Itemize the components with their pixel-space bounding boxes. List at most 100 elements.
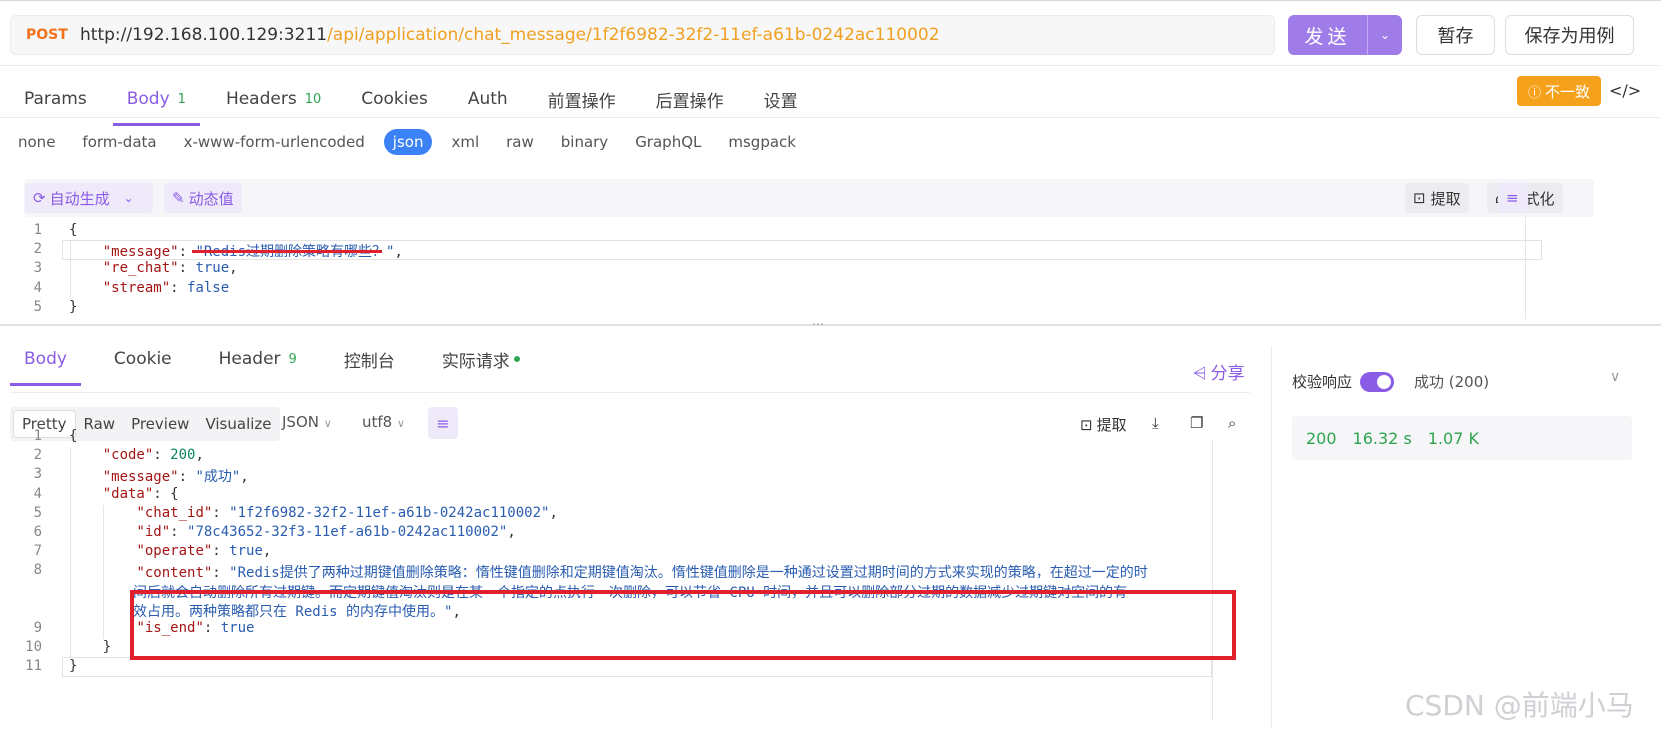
wrap-lines-button[interactable]: ≡ <box>428 407 458 439</box>
indent-guide <box>70 241 71 299</box>
warning-icon: ⓘ <box>1527 85 1541 101</box>
divider <box>0 65 1661 66</box>
tab-actual-request[interactable]: 实际请求 <box>442 344 520 374</box>
code-line: { <box>69 222 78 238</box>
wrap-lines-button[interactable]: ≡ <box>1498 183 1528 213</box>
tab-header[interactable]: Header 9 <box>219 344 297 374</box>
wrap-icon: ≡ <box>1506 189 1519 207</box>
view-mode-visualize[interactable]: Visualize <box>197 410 279 438</box>
save-as-case-button[interactable]: 保存为用例 <box>1505 15 1634 55</box>
extract-button[interactable]: ⊡ 提取 <box>1080 414 1127 435</box>
refresh-icon: ⟳ <box>33 189 46 207</box>
code-line: "id": "78c43652-32f3-11ef-a61b-0242ac110… <box>136 524 516 540</box>
chevron-down-icon[interactable]: ⌄ <box>1368 28 1402 42</box>
pane-splitter[interactable] <box>0 324 1661 326</box>
body-type-selector: none form-data x-www-form-urlencoded json xm… <box>18 129 823 155</box>
url-input[interactable]: http://192.168.100.129:3211/api/applicat… <box>80 25 940 45</box>
code-view-icon[interactable]: </> <box>1609 81 1641 100</box>
code-line: } <box>69 639 112 656</box>
divider <box>0 117 1661 118</box>
body-type-none[interactable]: none <box>18 129 55 155</box>
tab-label: Cookies <box>361 89 428 109</box>
chevron-down-icon[interactable]: ∨ <box>1610 369 1620 385</box>
tab-label: Auth <box>467 89 508 109</box>
tab-headers[interactable]: Headers 10 <box>226 81 321 117</box>
code-line: "data": { <box>102 485 179 502</box>
body-type-x-www-form-urlencoded[interactable]: x-www-form-urlencoded <box>184 129 365 155</box>
tab-params[interactable]: Params <box>24 81 87 117</box>
code-line: "stream": false <box>102 279 230 296</box>
download-icon[interactable]: ⤓ <box>1152 414 1159 432</box>
verify-status: 成功 (200) <box>1414 373 1490 391</box>
tab-前置操作[interactable]: 前置操作 <box>548 81 616 117</box>
chevron-down-icon[interactable]: ⌄ <box>124 191 134 205</box>
body-type-form-data[interactable]: form-data <box>82 129 156 155</box>
response-side-panel: 校验响应 成功 (200) ∨ 200 16.32 s 1.07 K <box>1271 346 1661 729</box>
indent-guide <box>103 504 104 640</box>
tab-设置[interactable]: 设置 <box>764 81 798 117</box>
view-mode-preview[interactable]: Preview <box>123 410 197 438</box>
tab-body[interactable]: Body 1 <box>112 81 201 126</box>
auto-generate-button[interactable]: ⟳ 自动生成 ⌄ <box>25 183 153 213</box>
code-line: "code": 200, <box>102 447 204 464</box>
line-number: 5 <box>33 504 42 521</box>
url-base: http://192.168.100.129:3211 <box>80 25 328 45</box>
tab-label: 实际请求 <box>441 351 510 372</box>
share-button[interactable]: ⩤ 分享 <box>1193 359 1245 384</box>
tab-console[interactable]: 控制台 <box>344 344 395 374</box>
code-line: } <box>69 298 78 315</box>
extract-button[interactable]: ⊡ 提取 <box>1405 183 1469 213</box>
tab-后置操作[interactable]: 后置操作 <box>656 81 724 117</box>
code-line: "chat_id": "1f2f6982-32f2-11ef-a61b-0242… <box>136 504 558 521</box>
body-type-raw[interactable]: raw <box>506 129 534 155</box>
active-line-highlight <box>62 657 1212 678</box>
line-number: 2 <box>33 447 42 464</box>
code-line: "operate": true, <box>136 543 272 560</box>
copy-icon[interactable]: ❐ <box>1190 414 1203 432</box>
view-mode-raw[interactable]: Raw <box>76 410 124 438</box>
drag-handle-icon[interactable]: ⋯ <box>812 317 824 331</box>
tab-label: Body <box>126 89 170 109</box>
verify-toggle[interactable] <box>1360 371 1395 392</box>
divider <box>10 392 1250 393</box>
chevron-down-icon: ∨ <box>397 417 406 430</box>
tab-cookie[interactable]: Cookie <box>114 344 172 374</box>
encoding-select[interactable]: utf8 ∨ <box>362 413 405 431</box>
url-bar[interactable]: POST http://192.168.100.129:3211/api/app… <box>10 15 1275 55</box>
tab-auth[interactable]: Auth <box>468 81 508 117</box>
extract-icon: ⊡ <box>1080 416 1093 434</box>
magic-wand-icon: ✎ <box>172 189 185 207</box>
save-button[interactable]: 暂存 <box>1416 15 1495 55</box>
verify-response-row: 校验响应 成功 (200) <box>1292 371 1490 392</box>
line-number: 4 <box>33 485 42 502</box>
body-type-msgpack[interactable]: msgpack <box>728 129 796 155</box>
line-number: 9 <box>33 620 42 636</box>
search-icon[interactable]: ⌕ <box>1228 414 1236 432</box>
tab-count: 9 <box>288 351 297 367</box>
tab-cookies[interactable]: Cookies <box>361 81 428 117</box>
scrollbar[interactable] <box>1525 214 1526 319</box>
view-mode-selector: Pretty Raw Preview Visualize <box>10 407 280 441</box>
dynamic-value-button[interactable]: ✎ 动态值 <box>164 183 242 213</box>
body-type-json[interactable]: json <box>383 129 433 155</box>
editor-toolbar: ⟳ 自动生成 ⌄ ✎ 动态值 ⊡ 提取 ⌂ 格式化 ≡ <box>24 179 1594 217</box>
tab-label: 控制台 <box>343 351 395 372</box>
line-number: 6 <box>33 524 42 540</box>
body-type-binary[interactable]: binary <box>561 129 608 155</box>
tab-count: 1 <box>177 91 186 107</box>
format-select[interactable]: JSON ∨ <box>282 413 332 431</box>
tab-body[interactable]: Body <box>10 344 81 386</box>
mismatch-badge[interactable]: ⓘ 不一致 <box>1517 76 1601 106</box>
tab-label: Params <box>24 89 87 109</box>
http-method[interactable]: POST <box>26 27 80 43</box>
scrollbar[interactable] <box>1212 441 1213 721</box>
tab-label: Cookie <box>113 349 172 369</box>
send-button[interactable]: 发送 ⌄ <box>1288 15 1402 55</box>
annotation-box <box>130 590 1236 660</box>
line-number: 1 <box>33 428 42 444</box>
body-type-graphql[interactable]: GraphQL <box>635 129 701 155</box>
tab-label: Body <box>24 349 67 369</box>
app-window: POST http://192.168.100.129:3211/api/app… <box>0 0 1661 729</box>
body-type-xml[interactable]: xml <box>451 129 479 155</box>
line-number: 11 <box>25 658 42 675</box>
